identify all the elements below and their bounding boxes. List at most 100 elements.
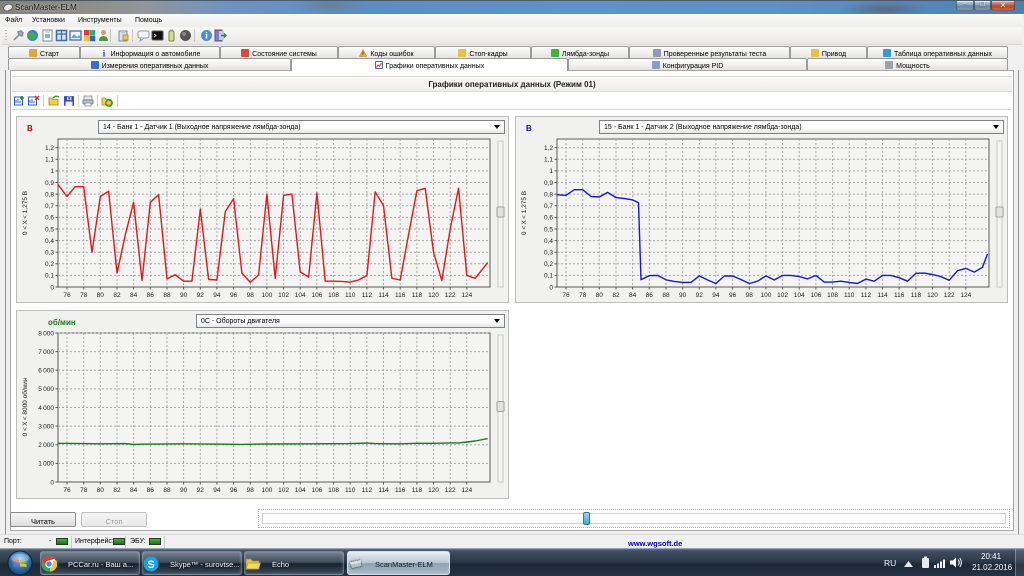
svg-text:112: 112: [861, 292, 872, 299]
svg-text:86: 86: [646, 292, 654, 299]
svg-text:76: 76: [63, 292, 71, 299]
svg-text:86: 86: [147, 292, 155, 299]
svg-text:1,1: 1,1: [45, 157, 54, 164]
svg-text:82: 82: [113, 487, 121, 494]
svg-text:88: 88: [662, 292, 670, 299]
svg-text:102: 102: [278, 292, 289, 299]
svg-text:96: 96: [729, 292, 737, 299]
svg-text:1,2: 1,2: [45, 145, 54, 152]
svg-text:0,5: 0,5: [544, 226, 553, 233]
svg-text:82: 82: [612, 292, 620, 299]
svg-text:0,7: 0,7: [544, 203, 553, 210]
svg-text:0,8: 0,8: [45, 191, 54, 198]
svg-text:0,5: 0,5: [45, 226, 54, 233]
svg-text:0,3: 0,3: [544, 250, 553, 257]
svg-text:0,6: 0,6: [544, 215, 553, 222]
svg-text:0,1: 0,1: [45, 273, 54, 280]
svg-text:116: 116: [395, 487, 406, 494]
svg-text:104: 104: [794, 292, 805, 299]
svg-text:88: 88: [163, 487, 171, 494]
svg-text:0,2: 0,2: [45, 261, 54, 268]
svg-text:i: i: [102, 49, 105, 57]
svg-text:90: 90: [180, 292, 188, 299]
svg-text:1,1: 1,1: [544, 157, 553, 164]
svg-text:108: 108: [328, 487, 339, 494]
svg-text:104: 104: [295, 292, 306, 299]
svg-text:96: 96: [230, 487, 238, 494]
svg-text:124: 124: [461, 292, 472, 299]
svg-text:78: 78: [579, 292, 587, 299]
svg-text:8 000: 8 000: [38, 330, 54, 337]
svg-text:0,4: 0,4: [544, 238, 553, 245]
svg-text:114: 114: [378, 292, 389, 299]
svg-text:78: 78: [80, 487, 88, 494]
svg-text:1,2: 1,2: [544, 145, 553, 152]
svg-text:0 < X < 1,275 В: 0 < X < 1,275 В: [22, 191, 29, 235]
svg-text:0,9: 0,9: [544, 180, 553, 187]
svg-text:92: 92: [197, 487, 205, 494]
svg-text:110: 110: [844, 292, 855, 299]
svg-text:110: 110: [345, 292, 356, 299]
svg-text:7 000: 7 000: [38, 349, 54, 356]
svg-text:124: 124: [960, 292, 971, 299]
svg-text:80: 80: [596, 292, 604, 299]
svg-text:122: 122: [445, 292, 456, 299]
svg-text:76: 76: [562, 292, 570, 299]
svg-text:90: 90: [180, 487, 188, 494]
svg-text:112: 112: [362, 487, 373, 494]
svg-text:S: S: [147, 559, 154, 571]
svg-text:82: 82: [113, 292, 121, 299]
svg-text:108: 108: [827, 292, 838, 299]
svg-text:116: 116: [894, 292, 905, 299]
svg-text:112: 112: [362, 292, 373, 299]
svg-text:0: 0: [549, 284, 553, 291]
svg-text:0: 0: [50, 284, 54, 291]
svg-text:6 000: 6 000: [38, 368, 54, 375]
svg-text:100: 100: [261, 292, 272, 299]
svg-text:96: 96: [230, 292, 238, 299]
svg-text:0,2: 0,2: [544, 261, 553, 268]
svg-text:92: 92: [197, 292, 205, 299]
svg-text:84: 84: [629, 292, 637, 299]
svg-text:118: 118: [412, 487, 423, 494]
svg-text:0: 0: [50, 479, 54, 486]
svg-text:90: 90: [679, 292, 687, 299]
svg-text:118: 118: [412, 292, 423, 299]
svg-text:0 < X < 8000 об/мин: 0 < X < 8000 об/мин: [21, 377, 29, 436]
svg-text:94: 94: [712, 292, 720, 299]
svg-text:88: 88: [163, 292, 171, 299]
svg-text:80: 80: [97, 487, 105, 494]
svg-text:116: 116: [395, 292, 406, 299]
svg-text:98: 98: [247, 292, 255, 299]
svg-text:122: 122: [944, 292, 955, 299]
svg-text:102: 102: [278, 487, 289, 494]
svg-text:120: 120: [428, 292, 439, 299]
svg-text:0,4: 0,4: [45, 238, 54, 245]
svg-text:86: 86: [147, 487, 155, 494]
svg-text:0,1: 0,1: [544, 273, 553, 280]
svg-text:0,6: 0,6: [45, 215, 54, 222]
svg-text:78: 78: [80, 292, 88, 299]
svg-text:106: 106: [311, 487, 322, 494]
svg-text:76: 76: [63, 487, 71, 494]
svg-text:0,7: 0,7: [45, 203, 54, 210]
svg-text:120: 120: [428, 487, 439, 494]
svg-text:102: 102: [777, 292, 788, 299]
svg-text:124: 124: [461, 487, 472, 494]
svg-text:5 000: 5 000: [38, 386, 54, 393]
svg-text:106: 106: [311, 292, 322, 299]
svg-text:114: 114: [877, 292, 888, 299]
svg-text:0,9: 0,9: [45, 180, 54, 187]
svg-text:120: 120: [927, 292, 938, 299]
svg-text:84: 84: [130, 487, 138, 494]
svg-text:4 000: 4 000: [38, 405, 54, 412]
svg-text:0 < X < 1,275 В: 0 < X < 1,275 В: [521, 191, 528, 235]
svg-text:104: 104: [295, 487, 306, 494]
svg-text:80: 80: [97, 292, 105, 299]
svg-text:100: 100: [261, 487, 272, 494]
svg-text:122: 122: [445, 487, 456, 494]
svg-text:1 000: 1 000: [38, 461, 54, 468]
svg-text:3 000: 3 000: [38, 423, 54, 430]
svg-text:114: 114: [378, 487, 389, 494]
svg-text:0,3: 0,3: [45, 250, 54, 257]
